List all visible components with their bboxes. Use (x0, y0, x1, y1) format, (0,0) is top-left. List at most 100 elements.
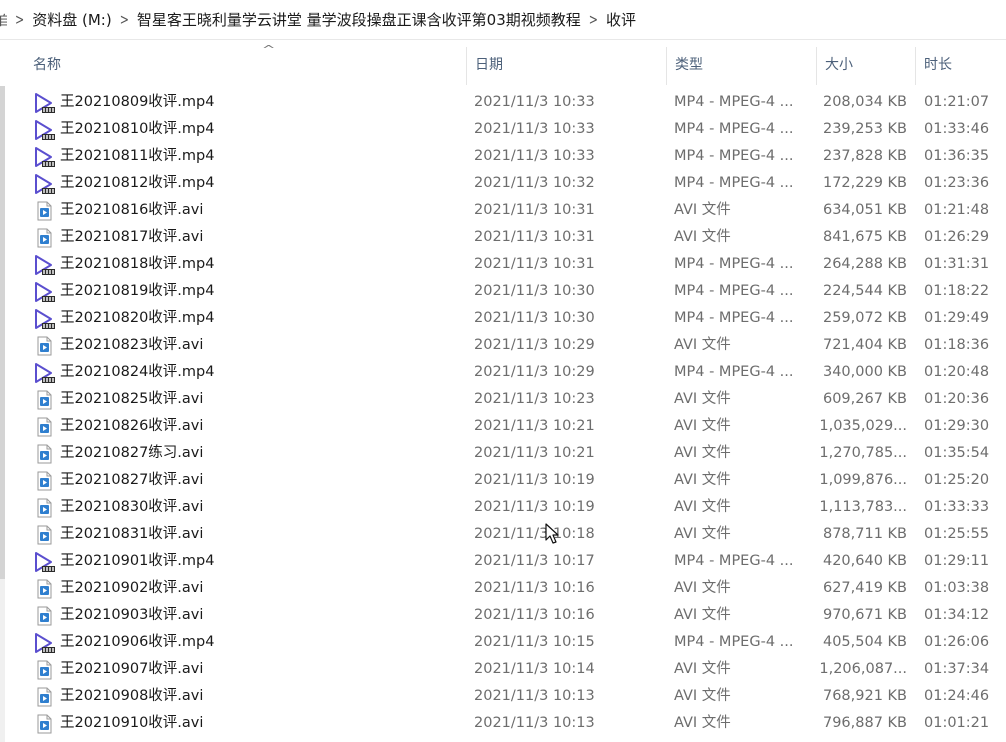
file-row[interactable]: 王20210908收评.avi 2021/11/3 10:13 AVI 文件 768,… (0, 683, 1006, 710)
file-date: 2021/11/3 10:29 (474, 364, 595, 380)
file-row[interactable]: 王20210907收评.avi 2021/11/3 10:14 AVI 文件 1,20… (0, 656, 1006, 683)
file-row[interactable]: 王20210819收评.mp4 2021/11/3 10:30 MP4 - MPEG… (0, 278, 1006, 305)
file-size: 239,253 KB (822, 121, 907, 137)
avi-file-icon (33, 659, 55, 681)
file-type: MP4 - MPEG-4 ... (674, 634, 794, 650)
column-header-date[interactable]: 日期 (467, 41, 666, 86)
file-size: 1,113,783... (819, 499, 907, 515)
video-play-icon (33, 308, 55, 330)
file-row[interactable]: 王20210823收评.avi 2021/11/3 10:29 AVI 文件 721,… (0, 332, 1006, 359)
file-name: 王20210907收评.avi (60, 661, 204, 677)
file-name: 王20210903收评.avi (60, 607, 204, 623)
file-row[interactable]: 王20210826收评.avi 2021/11/3 10:21 AVI 文件 1,03… (0, 413, 1006, 440)
avi-file-icon (33, 443, 55, 465)
column-header-date-label: 日期 (475, 56, 503, 73)
file-size: 1,270,785... (819, 445, 907, 461)
video-play-icon (33, 551, 55, 573)
file-name: 王20210811收评.mp4 (60, 148, 215, 164)
breadcrumb: 自 > 资料盘 (M:) > 智星客王晓利量学云讲堂 量学波段操盘正课含收评第0… (0, 0, 1006, 40)
video-play-icon (33, 146, 55, 168)
file-name: 王20210827练习.avi (60, 445, 204, 461)
file-name: 王20210823收评.avi (60, 337, 204, 353)
chevron-right-icon[interactable]: > (15, 10, 24, 28)
file-size: 208,034 KB (822, 94, 907, 110)
file-date: 2021/11/3 10:21 (474, 445, 595, 461)
file-duration: 01:18:22 (924, 283, 990, 299)
file-row[interactable]: 王20210901收评.mp4 2021/11/3 10:17 MP4 - MPEG… (0, 548, 1006, 575)
avi-file-icon (33, 335, 55, 357)
file-date: 2021/11/3 10:19 (474, 499, 595, 515)
file-date: 2021/11/3 10:15 (474, 634, 595, 650)
file-type: AVI 文件 (674, 418, 731, 434)
file-date: 2021/11/3 10:30 (474, 283, 595, 299)
video-play-icon (33, 362, 55, 384)
file-duration: 01:20:36 (924, 391, 990, 407)
file-duration: 01:29:11 (924, 553, 990, 569)
file-row[interactable]: 王20210810收评.mp4 2021/11/3 10:33 MP4 - MPEG… (0, 116, 1006, 143)
file-row[interactable]: 王20210816收评.avi 2021/11/3 10:31 AVI 文件 634,… (0, 197, 1006, 224)
file-row[interactable]: 王20210910收评.avi 2021/11/3 10:13 AVI 文件 796,… (0, 710, 1006, 737)
file-duration: 01:36:35 (924, 148, 990, 164)
file-date: 2021/11/3 10:31 (474, 256, 595, 272)
file-duration: 01:34:12 (924, 607, 990, 623)
file-size: 224,544 KB (822, 283, 907, 299)
file-row[interactable]: 王20210903收评.avi 2021/11/3 10:16 AVI 文件 970,… (0, 602, 1006, 629)
file-row[interactable]: 王20210809收评.mp4 2021/11/3 10:33 MP4 - MPEG… (0, 89, 1006, 116)
file-date: 2021/11/3 10:30 (474, 310, 595, 326)
file-date: 2021/11/3 10:31 (474, 229, 595, 245)
breadcrumb-edge-fragment: 自 (0, 10, 7, 29)
file-name: 王20210906收评.mp4 (60, 634, 215, 650)
file-duration: 01:33:46 (924, 121, 990, 137)
file-row[interactable]: 王20210830收评.avi 2021/11/3 10:19 AVI 文件 1,11… (0, 494, 1006, 521)
file-duration: 01:37:34 (924, 661, 990, 677)
chevron-right-icon[interactable]: > (589, 10, 598, 28)
file-date: 2021/11/3 10:32 (474, 175, 595, 191)
column-header-size-label: 大小 (825, 56, 853, 73)
video-play-icon (33, 173, 55, 195)
file-row[interactable]: 王20210824收评.mp4 2021/11/3 10:29 MP4 - MPEG… (0, 359, 1006, 386)
column-header-name[interactable]: 名称 ^ (25, 41, 466, 86)
column-header-size[interactable]: 大小 (817, 41, 915, 86)
breadcrumb-item-course-folder[interactable]: 智星客王晓利量学云讲堂 量学波段操盘正课含收评第03期视频教程 (137, 9, 581, 30)
file-duration: 01:03:38 (924, 580, 990, 596)
file-row[interactable]: 王20210902收评.avi 2021/11/3 10:16 AVI 文件 627,… (0, 575, 1006, 602)
file-size: 796,887 KB (822, 715, 907, 731)
video-play-icon (33, 632, 55, 654)
file-duration: 01:01:21 (924, 715, 990, 731)
file-date: 2021/11/3 10:16 (474, 607, 595, 623)
file-size: 970,671 KB (822, 607, 907, 623)
file-date: 2021/11/3 10:16 (474, 580, 595, 596)
file-row[interactable]: 王20210811收评.mp4 2021/11/3 10:33 MP4 - MPEG… (0, 143, 1006, 170)
video-play-icon (33, 119, 55, 141)
column-header-duration-label: 时长 (924, 56, 952, 73)
file-row[interactable]: 王20210818收评.mp4 2021/11/3 10:31 MP4 - MPEG… (0, 251, 1006, 278)
avi-file-icon (33, 200, 55, 222)
file-row[interactable]: 王20210825收评.avi 2021/11/3 10:23 AVI 文件 609,… (0, 386, 1006, 413)
file-row[interactable]: 王20210831收评.avi 2021/11/3 10:18 AVI 文件 878,… (0, 521, 1006, 548)
breadcrumb-item-drive[interactable]: 资料盘 (M:) (32, 9, 111, 30)
file-size: 1,035,029... (819, 418, 907, 434)
breadcrumb-item-current-folder[interactable]: 收评 (606, 9, 636, 30)
file-type: MP4 - MPEG-4 ... (674, 148, 794, 164)
file-row[interactable]: 王20210817收评.avi 2021/11/3 10:31 AVI 文件 841,… (0, 224, 1006, 251)
file-type: MP4 - MPEG-4 ... (674, 256, 794, 272)
column-header-duration[interactable]: 时长 (916, 41, 1006, 86)
file-row[interactable]: 王20210827收评.avi 2021/11/3 10:19 AVI 文件 1,09… (0, 467, 1006, 494)
file-row[interactable]: 王20210827练习.avi 2021/11/3 10:21 AVI 文件 1,27… (0, 440, 1006, 467)
file-size: 878,711 KB (822, 526, 907, 542)
file-size: 420,640 KB (822, 553, 907, 569)
file-row[interactable]: 王20210906收评.mp4 2021/11/3 10:15 MP4 - MPEG… (0, 629, 1006, 656)
file-type: AVI 文件 (674, 391, 731, 407)
file-row[interactable]: 王20210820收评.mp4 2021/11/3 10:30 MP4 - MPEG… (0, 305, 1006, 332)
file-row[interactable]: 王20210812收评.mp4 2021/11/3 10:32 MP4 - MPEG… (0, 170, 1006, 197)
file-type: AVI 文件 (674, 715, 731, 731)
file-name: 王20210908收评.avi (60, 688, 204, 704)
file-date: 2021/11/3 10:31 (474, 202, 595, 218)
file-date: 2021/11/3 10:18 (474, 526, 595, 542)
chevron-right-icon[interactable]: > (120, 10, 129, 28)
file-type: AVI 文件 (674, 661, 731, 677)
file-date: 2021/11/3 10:33 (474, 94, 595, 110)
file-type: AVI 文件 (674, 499, 731, 515)
column-header-type[interactable]: 类型 (667, 41, 816, 86)
file-type: AVI 文件 (674, 229, 731, 245)
